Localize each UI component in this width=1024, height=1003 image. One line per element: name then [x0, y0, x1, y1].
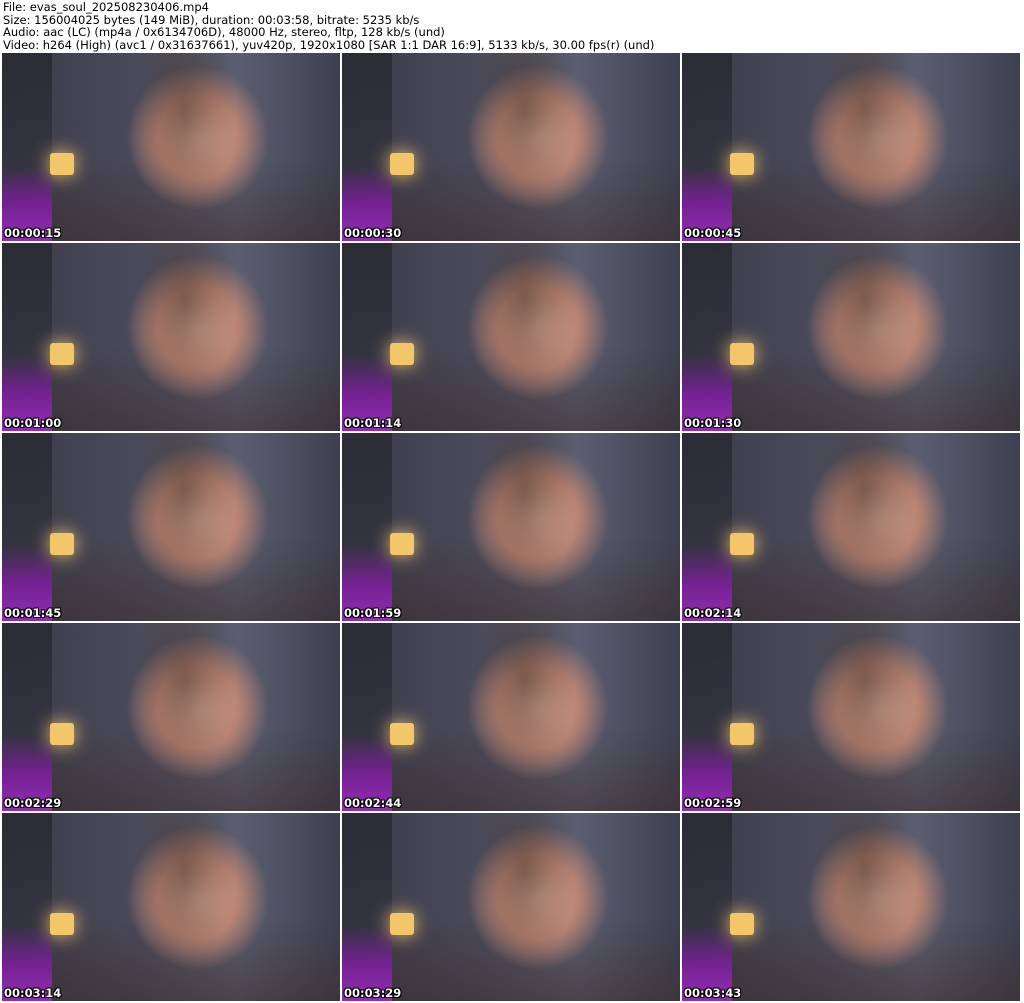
lamp	[730, 153, 754, 175]
stream-overlay-panel	[2, 623, 52, 811]
lamp	[390, 343, 414, 365]
stream-overlay-panel	[682, 623, 732, 811]
stream-overlay-panel	[342, 433, 392, 621]
frame-subject	[463, 813, 586, 1001]
stream-overlay-panel	[682, 813, 732, 1001]
frame-subject	[803, 243, 926, 431]
video-thumbnail: 00:02:14	[682, 433, 1020, 621]
audio-info: Audio: aac (LC) (mp4a / 0x6134706D), 480…	[3, 25, 445, 40]
lamp	[390, 533, 414, 555]
lamp	[50, 723, 74, 745]
stream-overlay-panel	[682, 433, 732, 621]
stream-overlay-panel	[682, 243, 732, 431]
stream-overlay-panel	[2, 53, 52, 241]
video-thumbnail: 00:03:43	[682, 813, 1020, 1001]
file-info-header: File: evas_soul_202508230406.mp4 Size: 1…	[3, 1, 654, 51]
lamp	[50, 153, 74, 175]
timestamp-label: 00:03:14	[4, 986, 62, 1000]
video-thumbnail: 00:02:44	[342, 623, 680, 811]
lamp	[50, 343, 74, 365]
stream-overlay-panel	[682, 53, 732, 241]
lamp	[730, 343, 754, 365]
lamp	[390, 913, 414, 935]
frame-subject	[123, 623, 246, 811]
timestamp-label: 00:00:30	[344, 226, 402, 240]
stream-overlay-panel	[2, 813, 52, 1001]
frame-subject	[803, 623, 926, 811]
timestamp-label: 00:02:44	[344, 796, 402, 810]
video-thumbnail: 00:01:30	[682, 243, 1020, 431]
frame-subject	[803, 53, 926, 241]
lamp	[390, 153, 414, 175]
frame-subject	[123, 813, 246, 1001]
timestamp-label: 00:01:14	[344, 416, 402, 430]
timestamp-label: 00:03:43	[684, 986, 742, 1000]
video-thumbnail: 00:03:29	[342, 813, 680, 1001]
video-thumbnail: 00:01:45	[2, 433, 340, 621]
frame-subject	[123, 243, 246, 431]
timestamp-label: 00:02:29	[4, 796, 62, 810]
video-thumbnail: 00:00:30	[342, 53, 680, 241]
frame-subject	[463, 623, 586, 811]
frame-subject	[803, 433, 926, 621]
timestamp-label: 00:01:30	[684, 416, 742, 430]
timestamp-label: 00:01:45	[4, 606, 62, 620]
frame-subject	[123, 433, 246, 621]
lamp	[730, 913, 754, 935]
frame-subject	[463, 53, 586, 241]
video-thumbnail: 00:01:59	[342, 433, 680, 621]
stream-overlay-panel	[342, 53, 392, 241]
frame-subject	[123, 53, 246, 241]
video-thumbnail: 00:00:45	[682, 53, 1020, 241]
timestamp-label: 00:01:59	[344, 606, 402, 620]
timestamp-label: 00:02:59	[684, 796, 742, 810]
frame-subject	[463, 433, 586, 621]
lamp	[390, 723, 414, 745]
stream-overlay-panel	[342, 243, 392, 431]
timestamp-label: 00:00:45	[684, 226, 742, 240]
timestamp-label: 00:02:14	[684, 606, 742, 620]
stream-overlay-panel	[2, 433, 52, 621]
lamp	[730, 723, 754, 745]
stream-overlay-panel	[342, 813, 392, 1001]
lamp	[50, 913, 74, 935]
video-thumbnail: 00:00:15	[2, 53, 340, 241]
video-thumbnail: 00:01:00	[2, 243, 340, 431]
lamp	[730, 533, 754, 555]
frame-subject	[803, 813, 926, 1001]
video-thumbnail: 00:03:14	[2, 813, 340, 1001]
stream-overlay-panel	[342, 623, 392, 811]
timestamp-label: 00:01:00	[4, 416, 62, 430]
video-info: Video: h264 (High) (avc1 / 0x31637661), …	[3, 37, 655, 52]
video-thumbnail: 00:02:59	[682, 623, 1020, 811]
video-thumbnail: 00:01:14	[342, 243, 680, 431]
file-name: File: evas_soul_202508230406.mp4	[3, 0, 209, 14]
lamp	[50, 533, 74, 555]
timestamp-label: 00:00:15	[4, 226, 62, 240]
timestamp-label: 00:03:29	[344, 986, 402, 1000]
thumbnail-grid: 00:00:15 00:00:30 00:00:45 00:01:00 00:01:14…	[2, 53, 1020, 1001]
video-thumbnail: 00:02:29	[2, 623, 340, 811]
frame-subject	[463, 243, 586, 431]
stream-overlay-panel	[2, 243, 52, 431]
